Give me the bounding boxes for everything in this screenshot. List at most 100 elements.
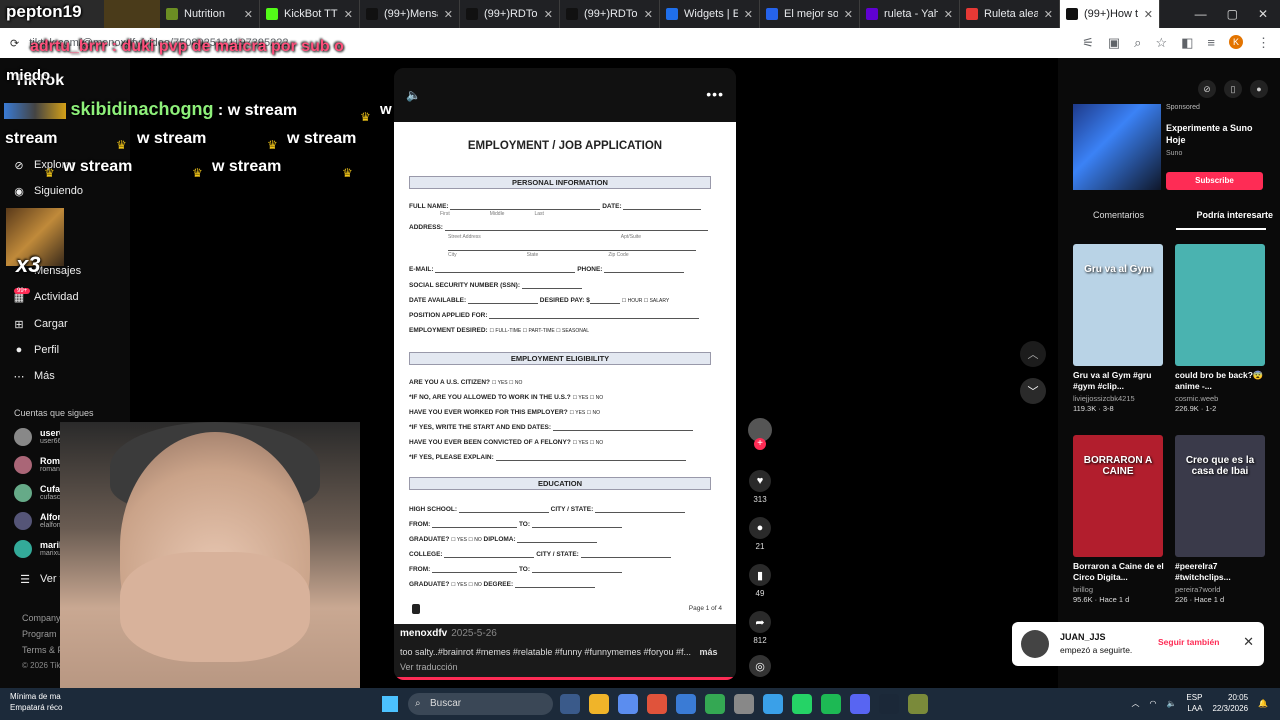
windows-start-icon[interactable]	[382, 696, 398, 712]
reload-icon[interactable]: ⟳	[10, 37, 19, 50]
taskbar-app-icon[interactable]	[560, 694, 580, 714]
taskbar-app-icon[interactable]	[763, 694, 783, 714]
tab-close-icon[interactable]: ✕	[944, 8, 953, 21]
close-icon[interactable]: ✕	[1243, 634, 1254, 650]
ad-thumbnail[interactable]	[1073, 104, 1161, 190]
browser-tab[interactable]: El mejor softw ✕	[760, 0, 860, 28]
sound-disc[interactable]: ◎	[748, 655, 772, 677]
taskbar-app-icon[interactable]	[734, 694, 754, 714]
tab-close-icon[interactable]: ✕	[444, 8, 453, 21]
sidebar-item-cargar[interactable]: ⊞ Cargar	[12, 317, 67, 331]
scroll-up-button[interactable]: ︿	[1020, 341, 1046, 367]
more-options-icon[interactable]: •••	[706, 86, 724, 102]
taskbar-app-icon[interactable]	[647, 694, 667, 714]
maximize-icon[interactable]: ▢	[1227, 7, 1238, 21]
video-author[interactable]: menoxdfv 2025-5-26	[400, 628, 730, 639]
taskbar-app-icon[interactable]	[908, 694, 928, 714]
tab-close-icon[interactable]: ✕	[844, 8, 853, 21]
volume-icon[interactable]: 🔈	[406, 88, 421, 102]
scroll-down-button[interactable]: ﹀	[1020, 378, 1046, 404]
phone-icon[interactable]: ▯	[1224, 80, 1242, 98]
user-avatar-icon[interactable]: ●	[1250, 80, 1268, 98]
weather-widget[interactable]: Mínima de ma Empatará réco	[10, 691, 62, 713]
profile-avatar[interactable]: K	[1229, 35, 1243, 49]
ad-subscribe-button[interactable]: Subscribe	[1166, 172, 1263, 190]
taskbar-search[interactable]: Buscar	[408, 693, 553, 715]
browser-tab[interactable]: Widgets | El m ✕	[660, 0, 760, 28]
browser-tab[interactable]: (99+)RDTomy ✕	[460, 0, 560, 28]
sidebar-item-siguiendo[interactable]: ◉ Siguiendo	[12, 184, 83, 198]
browser-tab[interactable]: (99+)Mensajes ✕	[360, 0, 460, 28]
translate-link[interactable]: Ver traducción	[400, 662, 730, 672]
video-thumbnail[interactable]: Gru va al Gym	[1073, 244, 1163, 366]
browser-tab[interactable]: KickBot TTS Se ✕	[260, 0, 360, 28]
row-name-hints: First Middle Last	[440, 211, 544, 217]
like-action[interactable]: ♥ 313	[748, 470, 772, 504]
video-thumbnail[interactable]: BORRARON A CAINE	[1073, 435, 1163, 557]
video-progress-bar[interactable]	[394, 677, 736, 680]
notification-bell-icon[interactable]: 🔔	[1258, 699, 1268, 708]
follow-back-button[interactable]: Seguir también	[1158, 637, 1219, 647]
zoom-icon[interactable]: ⌕	[1134, 35, 1141, 51]
tab-comments[interactable]: Comentarios	[1073, 210, 1144, 220]
tab-close-icon[interactable]: ✕	[544, 8, 553, 21]
language-indicator[interactable]: ESP LAA	[1186, 692, 1202, 714]
tiktok-watermark-icon	[412, 604, 420, 614]
wifi-icon[interactable]: ◠	[1149, 699, 1156, 708]
volume-tray-icon[interactable]: 🔈	[1166, 699, 1176, 708]
extensions-icon[interactable]: ◧	[1181, 35, 1193, 51]
taskbar-app-icon[interactable]	[792, 694, 812, 714]
heart-icon[interactable]: ♥	[749, 470, 771, 492]
share-action[interactable]: ➦ 812	[748, 611, 772, 645]
taskbar-app-icon[interactable]	[705, 694, 725, 714]
tab-recommended[interactable]: Podría interesarte	[1196, 210, 1273, 220]
minimize-icon[interactable]: —	[1195, 7, 1207, 21]
follow-notification: JUAN_JJS empezó a seguirte. Seguir tambi…	[1012, 622, 1264, 666]
sidebar-item-ms[interactable]: ⋯ Más	[12, 369, 55, 383]
browser-tab[interactable]: Nutrition ✕	[160, 0, 260, 28]
recommended-video-card[interactable]: Creo que es la casa de Ibai #peerelra7 #t…	[1175, 435, 1267, 604]
clock[interactable]: 20:05 22/3/2026	[1212, 692, 1248, 714]
sidebar-item-perfil[interactable]: ● Perfil	[12, 343, 59, 357]
media-icon[interactable]: ≡	[1207, 35, 1215, 51]
search-icon: ⌕	[415, 698, 421, 709]
recommended-video-card[interactable]: BORRARON A CAINE Borraron a Caine de el C…	[1073, 435, 1165, 604]
comment-action[interactable]: ● 21	[748, 517, 772, 551]
tab-close-icon[interactable]: ✕	[244, 8, 253, 21]
video-thumbnail[interactable]: Creo que es la casa de Ibai	[1175, 435, 1265, 557]
tab-close-icon[interactable]: ✕	[1144, 8, 1153, 21]
tray-chevron-icon[interactable]: ︿	[1131, 698, 1139, 709]
compass-small-icon[interactable]: ⊘	[1198, 80, 1216, 98]
comment-icon[interactable]: ●	[749, 517, 771, 539]
video-player[interactable]: 🔈 ••• EMPLOYMENT / JOB APPLICATION PERSO…	[394, 68, 736, 680]
translate-icon[interactable]: ⚟	[1082, 35, 1094, 51]
taskbar-app-icon[interactable]	[676, 694, 696, 714]
menu-icon[interactable]: ⋮	[1257, 35, 1270, 51]
save-action[interactable]: ▮ 49	[748, 564, 772, 598]
close-window-icon[interactable]: ✕	[1258, 7, 1268, 21]
more-link[interactable]: más	[700, 647, 718, 657]
browser-tab[interactable]: (99+)How to H ✕	[1060, 0, 1160, 28]
tab-close-icon[interactable]: ✕	[744, 8, 753, 21]
tab-close-icon[interactable]: ✕	[344, 8, 353, 21]
share-icon[interactable]: ➦	[749, 611, 771, 633]
browser-tab[interactable]: (99+)RDTomy ✕	[560, 0, 660, 28]
follow-plus-icon[interactable]: +	[754, 438, 766, 450]
bookmark-star-icon[interactable]: ☆	[1155, 35, 1167, 51]
video-thumbnail[interactable]	[1175, 244, 1265, 366]
browser-tab[interactable]: ruleta - Yahoo ✕	[860, 0, 960, 28]
taskbar-app-icon[interactable]	[589, 694, 609, 714]
taskbar-app-icon[interactable]	[850, 694, 870, 714]
recommended-video-card[interactable]: could bro be back?😨 anime -... cosmic.wee…	[1175, 244, 1267, 413]
screen-icon[interactable]: ▣	[1108, 35, 1120, 51]
recommended-video-card[interactable]: Gru va al Gym Gru va al Gym #gru #gym #cl…	[1073, 244, 1165, 413]
taskbar-app-icon[interactable]	[821, 694, 841, 714]
tab-close-icon[interactable]: ✕	[644, 8, 653, 21]
browser-tab[interactable]: Ruleta aleator ✕	[960, 0, 1060, 28]
taskbar-app-icon[interactable]	[879, 694, 899, 714]
bookmark-icon[interactable]: ▮	[749, 564, 771, 586]
tab-close-icon[interactable]: ✕	[1044, 8, 1053, 21]
music-disc-icon[interactable]: ◎	[749, 655, 771, 677]
ad-title[interactable]: Experimente a Suno Hoje	[1166, 122, 1266, 146]
taskbar-app-icon[interactable]	[618, 694, 638, 714]
